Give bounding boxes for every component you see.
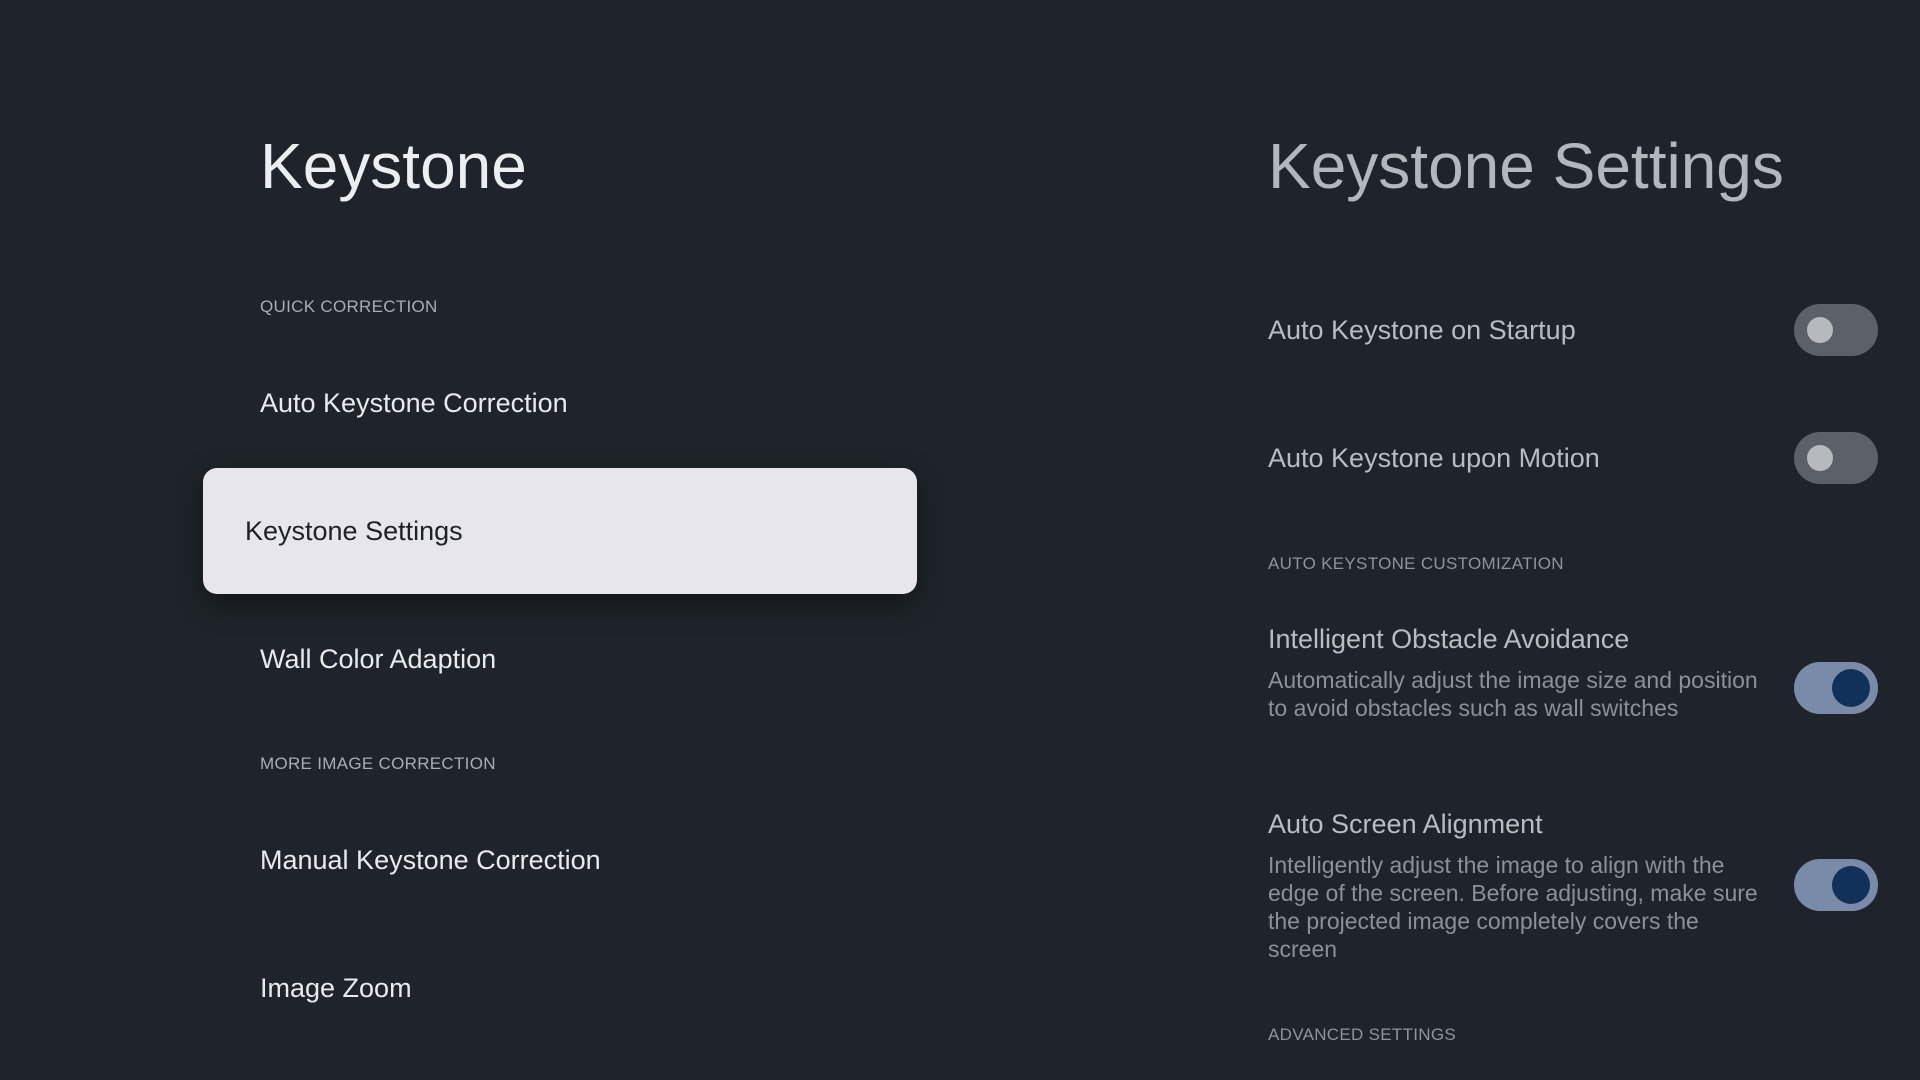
intelligent-obstacle-avoidance-toggle[interactable] bbox=[1794, 662, 1878, 714]
menu-item-label: Keystone Settings bbox=[245, 515, 463, 546]
auto-keystone-startup-toggle[interactable] bbox=[1794, 304, 1878, 356]
setting-description: Automatically adjust the image size and … bbox=[1268, 667, 1758, 721]
section-header-auto-keystone-customization: AUTO KEYSTONE CUSTOMIZATION bbox=[1268, 554, 1564, 573]
setting-title: Auto Screen Alignment bbox=[1268, 809, 1543, 839]
toggle-knob bbox=[1832, 866, 1870, 904]
toggle-knob bbox=[1807, 445, 1833, 471]
menu-item-label: Manual Keystone Correction bbox=[260, 844, 601, 875]
setting-title: Intelligent Obstacle Avoidance bbox=[1268, 624, 1630, 654]
toggle-knob bbox=[1807, 317, 1833, 343]
menu-item-label: Image Zoom bbox=[260, 972, 412, 1003]
section-header-quick-correction: QUICK CORRECTION bbox=[260, 297, 438, 316]
setting-title: Auto Keystone on Startup bbox=[1268, 315, 1576, 345]
setting-auto-keystone-startup[interactable]: Auto Keystone on Startup bbox=[1268, 304, 1880, 356]
keystone-screen: Keystone QUICK CORRECTION Auto Keystone … bbox=[0, 0, 1920, 1080]
settings-pane-title: Keystone Settings bbox=[1268, 130, 1784, 202]
keystone-menu-pane: Keystone QUICK CORRECTION Auto Keystone … bbox=[0, 0, 960, 1080]
menu-item-manual-keystone-correction[interactable]: Manual Keystone Correction bbox=[203, 797, 917, 923]
menu-item-label: Auto Keystone Correction bbox=[260, 387, 568, 418]
setting-intelligent-obstacle-avoidance[interactable]: Intelligent Obstacle Avoidance Automatic… bbox=[1268, 622, 1880, 722]
setting-auto-screen-alignment[interactable]: Auto Screen Alignment Intelligently adju… bbox=[1268, 807, 1880, 963]
keystone-settings-pane: Keystone Settings Auto Keystone on Start… bbox=[960, 0, 1920, 1080]
auto-screen-alignment-toggle[interactable] bbox=[1794, 859, 1878, 911]
menu-item-wall-color-adaption[interactable]: Wall Color Adaption bbox=[203, 596, 917, 722]
menu-item-keystone-settings[interactable]: Keystone Settings bbox=[203, 468, 917, 594]
page-title: Keystone bbox=[260, 130, 527, 202]
setting-auto-keystone-motion[interactable]: Auto Keystone upon Motion bbox=[1268, 432, 1880, 484]
menu-item-auto-keystone-correction[interactable]: Auto Keystone Correction bbox=[203, 340, 917, 466]
auto-keystone-motion-toggle[interactable] bbox=[1794, 432, 1878, 484]
section-header-advanced-settings: ADVANCED SETTINGS bbox=[1268, 1025, 1457, 1044]
menu-item-label: Wall Color Adaption bbox=[260, 643, 497, 674]
menu-item-image-zoom[interactable]: Image Zoom bbox=[203, 925, 917, 1051]
setting-description: Intelligently adjust the image to align … bbox=[1268, 852, 1758, 962]
section-header-more-image-correction: MORE IMAGE CORRECTION bbox=[260, 754, 496, 773]
toggle-knob bbox=[1832, 669, 1870, 707]
setting-title: Auto Keystone upon Motion bbox=[1268, 443, 1600, 473]
